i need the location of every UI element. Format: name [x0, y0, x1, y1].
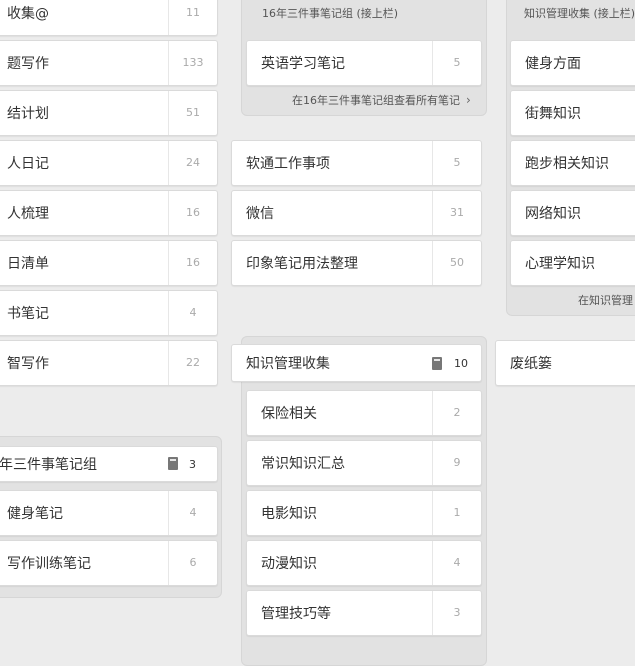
note-count: 6: [168, 541, 217, 585]
note-count: 11: [168, 0, 217, 35]
stack-notebook-count: 10: [454, 357, 468, 370]
stack-continued-title: 知识管理收集 (接上栏): [524, 7, 635, 20]
view-all-label: 在16年三件事笔记组查看所有笔记: [292, 94, 460, 107]
notebook-name: 智写作: [7, 356, 49, 372]
notebook-name: 心理学知识: [525, 256, 595, 272]
stack-name: 知识管理收集: [246, 356, 330, 372]
notebook-name: 保险相关: [261, 406, 317, 422]
notebook-name: 电影知识: [261, 506, 317, 522]
stack-header[interactable]: 知识管理收集 10: [231, 344, 482, 382]
chevron-right-icon: ›: [466, 93, 471, 107]
note-count: 22: [168, 341, 217, 385]
notebook-name: 微信: [246, 206, 274, 222]
view-all-notes-link[interactable]: 在知识管理: [578, 292, 633, 308]
notebook-stack-icon: [432, 357, 442, 370]
trash-card[interactable]: 废纸篓: [495, 340, 635, 386]
notebook-name: 健身方面: [525, 56, 581, 72]
notebook-name: 印象笔记用法整理: [246, 256, 358, 272]
note-count: 24: [168, 141, 217, 185]
note-count: 5: [432, 41, 481, 85]
notebook-card[interactable]: 动漫知识 4: [246, 540, 482, 586]
notebook-card[interactable]: 软通工作事项 5: [231, 140, 482, 186]
notebook-name: 动漫知识: [261, 556, 317, 572]
notebook-name: 结计划: [7, 106, 49, 122]
note-count: 3: [432, 591, 481, 635]
notebook-card[interactable]: 跑步相关知识: [510, 140, 635, 186]
notebook-name: 人日记: [7, 156, 49, 172]
notebook-card[interactable]: 街舞知识: [510, 90, 635, 136]
note-count: 50: [432, 241, 481, 285]
notebook-card[interactable]: 题写作 133: [0, 40, 218, 86]
notebook-card[interactable]: 人梳理 16: [0, 190, 218, 236]
stack-continued-title: 16年三件事笔记组 (接上栏): [262, 7, 399, 20]
notebook-name: 管理技巧等: [261, 606, 331, 622]
notebook-name: 健身笔记: [7, 506, 63, 522]
note-count: 31: [432, 191, 481, 235]
notebook-card[interactable]: 网络知识: [510, 190, 635, 236]
notebook-name: 写作训练笔记: [7, 556, 91, 572]
notebook-card[interactable]: 常识知识汇总 9: [246, 440, 482, 486]
notebook-card[interactable]: 人日记 24: [0, 140, 218, 186]
notebook-card[interactable]: 写作训练笔记 6: [0, 540, 218, 586]
notebook-name: 常识知识汇总: [261, 456, 345, 472]
note-count: 9: [432, 441, 481, 485]
notebook-card[interactable]: 英语学习笔记 5: [246, 40, 482, 86]
note-count: 16: [168, 191, 217, 235]
notebook-card[interactable]: 微信 31: [231, 190, 482, 236]
notebook-card[interactable]: 电影知识 1: [246, 490, 482, 536]
note-count: 1: [432, 491, 481, 535]
notebook-card[interactable]: 结计划 51: [0, 90, 218, 136]
view-all-notes-link[interactable]: 在16年三件事笔记组查看所有笔记 ›: [292, 92, 471, 108]
notebook-name: 日清单: [7, 256, 49, 272]
stack-header[interactable]: 年三件事笔记组 3: [0, 446, 218, 482]
notebook-card[interactable]: 健身方面: [510, 40, 635, 86]
stack-notebook-count: 3: [189, 458, 196, 471]
note-count: 4: [168, 291, 217, 335]
notebook-card[interactable]: 印象笔记用法整理 50: [231, 240, 482, 286]
note-count: 133: [168, 41, 217, 85]
notebook-card[interactable]: 书笔记 4: [0, 290, 218, 336]
notebook-name: 网络知识: [525, 206, 581, 222]
notebook-card[interactable]: 健身笔记 4: [0, 490, 218, 536]
note-count: 4: [432, 541, 481, 585]
note-count: 51: [168, 91, 217, 135]
note-count: 4: [168, 491, 217, 535]
notebook-card[interactable]: 心理学知识: [510, 240, 635, 286]
stack-name: 年三件事笔记组: [0, 457, 97, 473]
notebook-card[interactable]: 管理技巧等 3: [246, 590, 482, 636]
notebook-name: 软通工作事项: [246, 156, 330, 172]
notebook-card[interactable]: 智写作 22: [0, 340, 218, 386]
note-count: 5: [432, 141, 481, 185]
notebook-card[interactable]: 日清单 16: [0, 240, 218, 286]
note-count: 2: [432, 391, 481, 435]
notebook-stack-icon: [168, 457, 178, 470]
notebook-name: 跑步相关知识: [525, 156, 609, 172]
notebook-name: 书笔记: [7, 306, 49, 322]
notebook-name: 英语学习笔记: [261, 56, 345, 72]
notebook-name: 街舞知识: [525, 106, 581, 122]
note-count: 16: [168, 241, 217, 285]
trash-label: 废纸篓: [510, 356, 552, 372]
notebook-name: 人梳理: [7, 206, 49, 222]
notebook-card[interactable]: 收集@ 11: [0, 0, 218, 36]
notebook-card[interactable]: 保险相关 2: [246, 390, 482, 436]
view-all-label: 在知识管理: [578, 294, 633, 307]
notebook-name: 题写作: [7, 56, 49, 72]
notebook-name: 收集@: [7, 6, 49, 22]
